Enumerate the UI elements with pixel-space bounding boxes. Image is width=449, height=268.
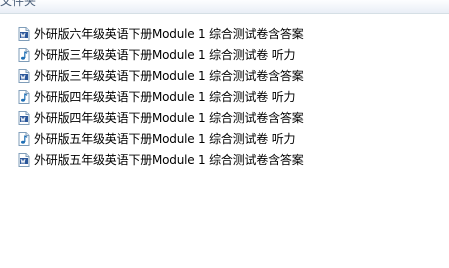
file-item[interactable]: 外研版五年级英语下册Module 1 综合测试卷 听力: [17, 128, 304, 149]
file-name: 外研版五年级英语下册Module 1 综合测试卷 听力: [34, 131, 296, 146]
audio-file-icon: [17, 47, 31, 63]
file-list: 外研版六年级英语下册Module 1 综合测试卷含答案 外研版三年级英语下册Mo…: [17, 23, 304, 170]
file-name: 外研版四年级英语下册Module 1 综合测试卷 听力: [34, 89, 296, 104]
audio-file-icon: [17, 89, 31, 105]
word-document-icon: [17, 26, 31, 42]
file-item[interactable]: 外研版五年级英语下册Module 1 综合测试卷含答案: [17, 149, 304, 170]
word-document-icon: [17, 152, 31, 168]
file-name: 外研版五年级英语下册Module 1 综合测试卷含答案: [34, 152, 304, 167]
file-name: 外研版三年级英语下册Module 1 综合测试卷含答案: [34, 68, 304, 83]
file-name: 外研版四年级英语下册Module 1 综合测试卷含答案: [34, 110, 304, 125]
file-name: 外研版三年级英语下册Module 1 综合测试卷 听力: [34, 47, 296, 62]
file-item[interactable]: 外研版六年级英语下册Module 1 综合测试卷含答案: [17, 23, 304, 44]
file-item[interactable]: 外研版三年级英语下册Module 1 综合测试卷 听力: [17, 44, 304, 65]
file-name: 外研版六年级英语下册Module 1 综合测试卷含答案: [34, 26, 304, 41]
column-header-label: 文件夹: [0, 0, 37, 8]
file-item[interactable]: 外研版三年级英语下册Module 1 综合测试卷含答案: [17, 65, 304, 86]
word-document-icon: [17, 110, 31, 126]
column-header[interactable]: 文件夹: [0, 0, 449, 14]
file-item[interactable]: 外研版四年级英语下册Module 1 综合测试卷含答案: [17, 107, 304, 128]
audio-file-icon: [17, 131, 31, 147]
word-document-icon: [17, 68, 31, 84]
file-explorer-window: 文件夹 外研版六年级英语下册Module 1 综合测试卷含答案 外研版三年级英语…: [0, 0, 449, 268]
file-item[interactable]: 外研版四年级英语下册Module 1 综合测试卷 听力: [17, 86, 304, 107]
